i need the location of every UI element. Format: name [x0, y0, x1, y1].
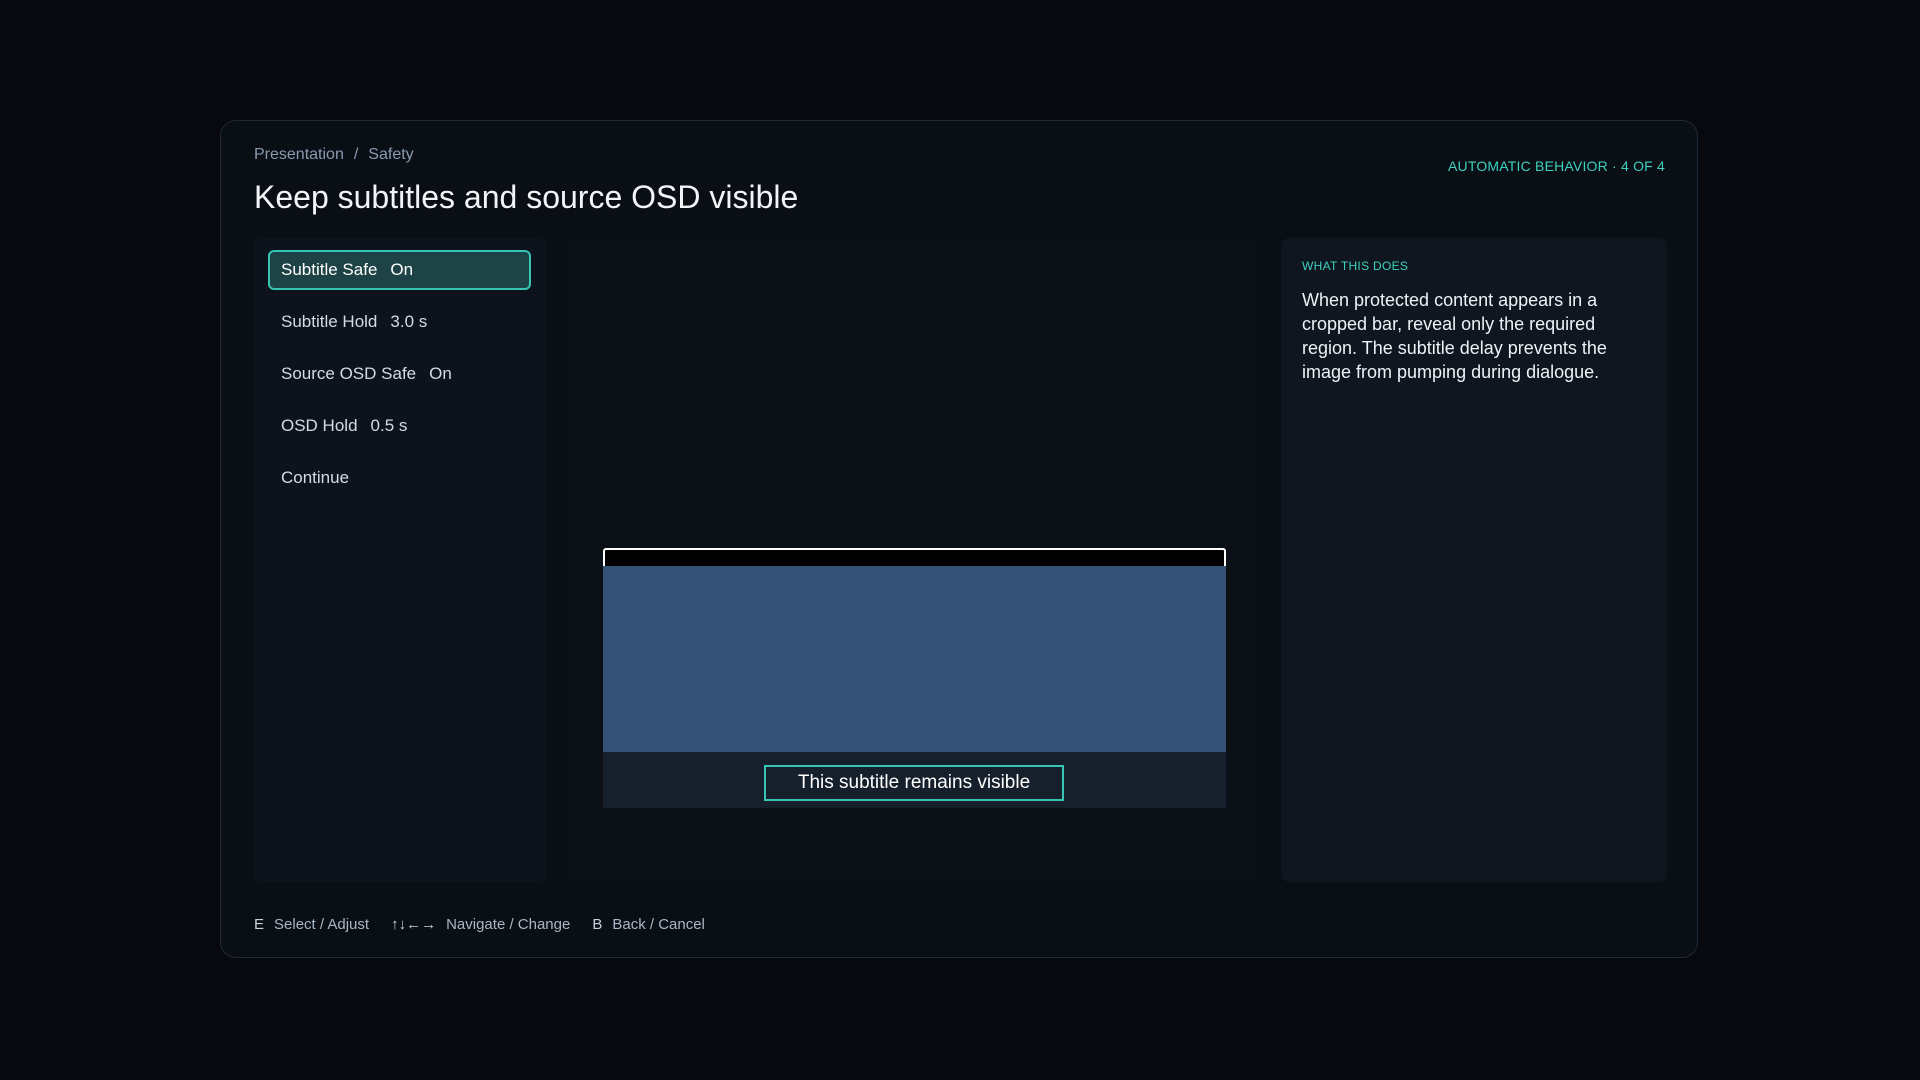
hint-label: Select / Adjust — [274, 916, 370, 933]
settings-menu: Subtitle Safe On Subtitle Hold 3.0 s Sou… — [254, 238, 546, 882]
menu-item-label: Continue — [281, 468, 350, 487]
menu-item-osd-hold[interactable]: OSD Hold 0.5 s — [268, 406, 531, 446]
menu-item-value: 0.5 s — [370, 416, 408, 435]
breadcrumb-separator: / — [353, 146, 359, 163]
breadcrumb: Presentation / Safety — [254, 146, 414, 164]
menu-item-subtitle-hold[interactable]: Subtitle Hold 3.0 s — [268, 302, 531, 342]
menu-item-label: Subtitle Safe — [281, 260, 378, 279]
video-preview: This subtitle remains visible — [603, 548, 1226, 808]
video-frame — [603, 566, 1226, 752]
hint-label: Navigate / Change — [446, 916, 571, 933]
info-panel: WHAT THIS DOES When protected content ap… — [1281, 238, 1667, 882]
menu-item-subtitle-safe[interactable]: Subtitle Safe On — [268, 250, 531, 290]
menu-item-value: 3.0 s — [390, 312, 428, 331]
page-title: Keep subtitles and source OSD visible — [254, 179, 799, 215]
menu-item-value: On — [390, 260, 414, 279]
menu-item-label: Subtitle Hold — [281, 312, 378, 331]
protected-top-bar — [603, 548, 1226, 566]
hint-navigate: ↑↓←→ Navigate / Change — [391, 916, 570, 933]
menu-item-continue[interactable]: Continue — [268, 458, 531, 498]
hint-select: E Select / Adjust — [254, 916, 369, 933]
step-indicator: AUTOMATIC BEHAVIOR · 4 OF 4 — [1448, 158, 1665, 174]
breadcrumb-item-safety[interactable]: Safety — [368, 146, 413, 164]
arrow-keys-icon: ↑↓←→ — [391, 916, 437, 933]
menu-item-value: On — [429, 364, 452, 383]
menu-item-source-osd-safe[interactable]: Source OSD Safe On — [268, 354, 531, 394]
hint-key: B — [592, 916, 603, 933]
settings-dialog: Presentation / Safety AUTOMATIC BEHAVIOR… — [220, 120, 1698, 958]
subtitle-bar: This subtitle remains visible — [603, 752, 1226, 808]
info-heading: WHAT THIS DOES — [1302, 259, 1409, 273]
menu-item-label: Source OSD Safe — [281, 364, 417, 383]
hint-key: E — [254, 916, 265, 933]
breadcrumb-item-presentation[interactable]: Presentation — [254, 146, 344, 164]
preview-panel: This subtitle remains visible — [568, 238, 1257, 882]
info-description: When protected content appears in a crop… — [1302, 290, 1607, 382]
hint-label: Back / Cancel — [612, 916, 705, 933]
menu-item-label: OSD Hold — [281, 416, 358, 435]
controller-hints: E Select / Adjust ↑↓←→ Navigate / Change… — [254, 916, 705, 933]
hint-back: B Back / Cancel — [592, 916, 705, 933]
subtitle-safe-region: This subtitle remains visible — [764, 765, 1064, 801]
